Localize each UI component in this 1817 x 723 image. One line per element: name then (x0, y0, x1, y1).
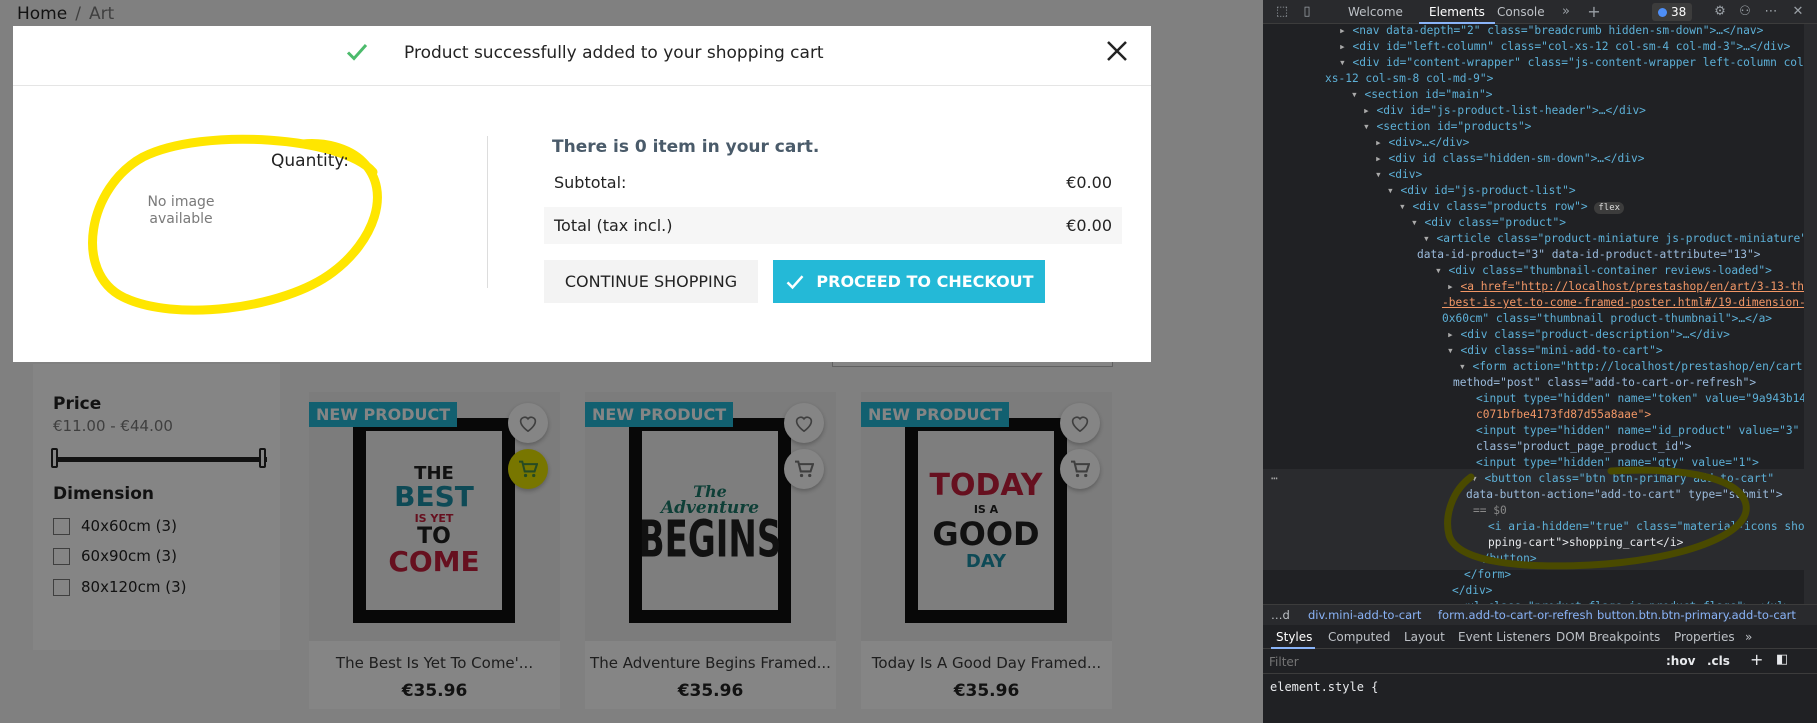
yellow-annotation-scribble (1444, 466, 1750, 570)
subtotal-label: Subtotal: (554, 173, 627, 192)
dom-line[interactable]: <div id="content-wrapper" class="js-cont… (1353, 56, 1811, 69)
continue-shopping-button[interactable]: CONTINUE SHOPPING (544, 260, 758, 303)
styles-tab-bar: Styles Computed Layout Event Listeners D… (1263, 625, 1817, 649)
tab-properties[interactable]: Properties (1674, 630, 1735, 644)
subtotal-value: €0.00 (1066, 173, 1112, 192)
modal-title: Product successfully added to your shopp… (404, 43, 824, 63)
dom-line[interactable]: <div> (1389, 168, 1423, 181)
devtools-tab-bar: ⬚ ▯ Welcome Elements Console » + 38 ⚙ ⚇ … (1263, 0, 1817, 24)
dom-line[interactable]: xs-12 col-sm-8 col-md-9"> (1325, 72, 1493, 85)
dom-line[interactable]: class="product_page_product_id"> (1476, 440, 1692, 453)
total-row: Total (tax incl.) €0.00 (544, 207, 1122, 244)
dom-line[interactable]: <div class="thumbnail-container reviews-… (1449, 264, 1772, 277)
dom-line[interactable]: <input type="hidden" name="id_product" v… (1476, 424, 1799, 437)
tab-console[interactable]: Console (1497, 5, 1545, 19)
dom-line[interactable]: <a href="http://localhost/prestashop/en/… (1461, 280, 1811, 293)
close-icon[interactable] (1104, 38, 1130, 64)
devtools-panel: ⬚ ▯ Welcome Elements Console » + 38 ⚙ ⚇ … (1263, 0, 1817, 723)
dom-tree-scrollbar[interactable] (1804, 24, 1817, 604)
node-actions-ellipsis-icon[interactable]: ⋯ (1271, 472, 1278, 485)
more-options-icon[interactable]: ⋯ (1763, 4, 1779, 20)
new-style-rule-icon[interactable]: + (1750, 650, 1763, 669)
modal-header: Product successfully added to your shopp… (13, 26, 1151, 86)
tab-welcome[interactable]: Welcome (1348, 5, 1403, 19)
settings-icon[interactable]: ⚙ (1712, 4, 1728, 20)
breadcrumb-node[interactable]: …d (1271, 608, 1290, 622)
dom-line[interactable]: <div>…</div> (1389, 136, 1470, 149)
toggle-sidebar-icon[interactable]: ◧ (1776, 652, 1788, 667)
dom-line[interactable]: <div id="js-product-list-header">…</div> (1377, 104, 1646, 117)
element-style-rule[interactable]: element.style { (1270, 680, 1378, 694)
proceed-to-checkout-label: PROCEED TO CHECKOUT (816, 272, 1034, 291)
dom-line[interactable]: 0x60cm" class="thumbnail product-thumbna… (1442, 312, 1772, 325)
cart-modal: Product successfully added to your shopp… (13, 26, 1151, 362)
quantity-label: Quantity: (271, 151, 349, 171)
check-icon (787, 274, 804, 289)
tab-elements[interactable]: Elements (1429, 5, 1485, 19)
breadcrumb-node[interactable]: form.add-to-cart-or-refresh (1438, 608, 1593, 622)
dom-line[interactable]: <div class="mini-add-to-cart"> (1461, 344, 1663, 357)
dom-line[interactable]: <section id="products"> (1377, 120, 1532, 133)
tab-styles[interactable]: Styles (1276, 630, 1312, 644)
dom-line[interactable]: <section id="main"> (1365, 88, 1493, 101)
subtotal-row: Subtotal: €0.00 (544, 164, 1122, 201)
product-image-placeholder: No image available (147, 194, 215, 227)
dom-line[interactable]: data-id-product="3" data-id-product-attr… (1417, 248, 1761, 261)
tab-event-listeners[interactable]: Event Listeners (1458, 630, 1551, 644)
total-label: Total (tax incl.) (554, 216, 673, 235)
more-tabs-icon[interactable]: » (1745, 630, 1752, 644)
dom-line[interactable]: <div id class="hidden-sm-down">…</div> (1389, 152, 1645, 165)
tab-layout[interactable]: Layout (1404, 630, 1445, 644)
tab-dom-breakpoints[interactable]: DOM Breakpoints (1556, 630, 1660, 644)
dom-line[interactable]: <form action="http://localhost/prestasho… (1473, 360, 1810, 373)
close-devtools-icon[interactable]: ✕ (1790, 4, 1806, 20)
hover-state-toggle[interactable]: :hov (1666, 654, 1695, 668)
tab-computed[interactable]: Computed (1328, 630, 1390, 644)
dom-line[interactable]: <div class="products row"> (1413, 200, 1588, 213)
flex-badge[interactable]: flex (1594, 202, 1625, 214)
dom-line[interactable]: <article class="product-miniature js-pro… (1437, 232, 1807, 245)
device-toolbar-icon[interactable]: ▯ (1299, 4, 1315, 20)
shop-page: Home / Art Price €11.00 - €44.00 Dimension… (0, 0, 1263, 723)
dom-line[interactable]: <input type="hidden" name="token" value=… (1476, 392, 1806, 405)
breadcrumb-node[interactable]: div.mini-add-to-cart (1308, 608, 1421, 622)
dom-line[interactable]: -best-is-yet-to-come-framed-poster.html#… (1442, 296, 1812, 309)
modal-divider (487, 136, 488, 288)
issues-counter[interactable]: 38 (1652, 3, 1693, 21)
customize-icon[interactable]: ⚇ (1737, 4, 1753, 20)
dom-line[interactable]: <div id="left-column" class="col-xs-12 c… (1353, 40, 1791, 53)
check-icon (346, 44, 368, 61)
dom-line[interactable]: <div id="js-product-list"> (1401, 184, 1576, 197)
total-value: €0.00 (1066, 216, 1112, 235)
issues-count: 38 (1671, 5, 1687, 19)
dom-line[interactable]: c071bfbe4173fd87d55a8aae"> (1476, 408, 1651, 421)
add-tab-icon[interactable]: + (1586, 4, 1602, 20)
dom-line[interactable]: <div class="product"> (1425, 216, 1566, 229)
styles-filter-bar: :hov .cls + ◧ (1263, 649, 1817, 674)
dom-line[interactable]: </div> (1452, 584, 1492, 597)
proceed-to-checkout-button[interactable]: PROCEED TO CHECKOUT (773, 260, 1045, 303)
dom-line[interactable]: <nav data-depth="2" class="breadcrumb hi… (1353, 24, 1764, 37)
class-toggle[interactable]: .cls (1707, 654, 1730, 668)
continue-shopping-label: CONTINUE SHOPPING (564, 272, 738, 291)
dom-line[interactable]: <div class="product-description">…</div> (1461, 328, 1730, 341)
issues-dot-icon (1658, 7, 1667, 17)
inspect-icon[interactable]: ⬚ (1274, 4, 1290, 20)
breadcrumb-node[interactable]: button.btn.btn-primary.add-to-cart (1597, 608, 1796, 622)
dom-line[interactable]: method="post" class="add-to-cart-or-refr… (1453, 376, 1756, 389)
devtools-breadcrumb: …d div.mini-add-to-cart form.add-to-cart… (1263, 604, 1817, 625)
cart-count-text: There is 0 item in your cart. (552, 137, 820, 157)
more-tabs-icon[interactable]: » (1558, 4, 1574, 20)
styles-filter-input[interactable] (1269, 653, 1569, 670)
